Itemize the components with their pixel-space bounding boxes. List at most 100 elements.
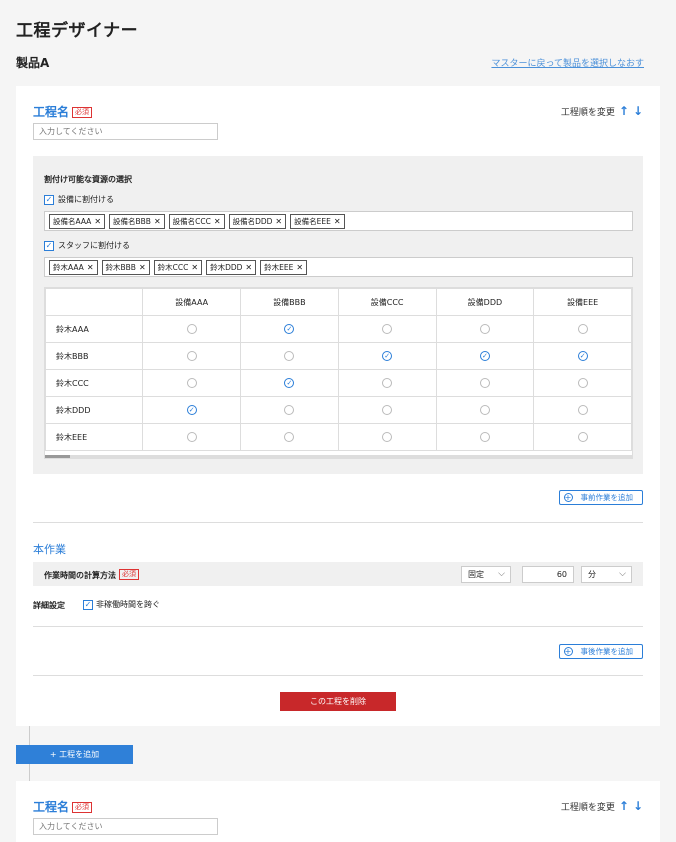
connector-line	[29, 764, 30, 781]
matrix-row-label: 鈴木CCC	[45, 369, 144, 397]
equipment-tag-field[interactable]: 設備名AAA ✕ 設備名BBB ✕ 設備名CCC ✕ 設備名DDD ✕ 設備名EEE ✕	[44, 211, 633, 231]
remove-tag-icon[interactable]: ✕	[191, 263, 198, 272]
horizontal-scrollbar[interactable]	[45, 455, 632, 458]
checkbox-checked-icon[interactable]: ✓	[83, 599, 93, 610]
product-title: 製品A	[16, 56, 50, 70]
radio-unchecked-icon[interactable]	[186, 351, 197, 361]
divider	[33, 675, 643, 676]
matrix-row: 鈴木EEE	[45, 423, 632, 451]
matrix-header-row: 設備AAA 設備BBB 設備CCC 設備DDD 設備EEE	[45, 288, 632, 316]
step-name-text: 工程名	[33, 800, 70, 814]
radio-checked-icon[interactable]: ✓	[577, 351, 588, 361]
radio-unchecked-icon[interactable]	[284, 405, 295, 415]
arrow-down-icon[interactable]: ↓	[633, 104, 643, 118]
checkbox-checked-icon[interactable]: ✓	[44, 194, 54, 205]
assignment-matrix: 設備AAA 設備BBB 設備CCC 設備DDD 設備EEE 鈴木AAA ✓ 鈴木BB…	[44, 287, 633, 459]
scrollbar-thumb[interactable]	[45, 455, 70, 458]
add-step-button[interactable]: + 工程を追加	[16, 745, 133, 764]
radio-unchecked-icon[interactable]	[186, 432, 197, 442]
tag-label: 鈴木DDD	[210, 262, 243, 272]
arrow-down-icon[interactable]: ↓	[633, 799, 643, 813]
remove-tag-icon[interactable]: ✕	[87, 263, 94, 272]
radio-unchecked-icon[interactable]	[479, 324, 490, 334]
radio-unchecked-icon[interactable]	[382, 378, 393, 388]
radio-unchecked-icon[interactable]	[186, 324, 197, 334]
matrix-row: 鈴木DDD ✓	[45, 396, 632, 424]
duration-input[interactable]: 60	[522, 566, 574, 583]
radio-unchecked-icon[interactable]	[382, 405, 393, 415]
radio-unchecked-icon[interactable]	[577, 432, 588, 442]
step-name-label: 工程名 必須	[33, 103, 93, 120]
remove-tag-icon[interactable]: ✕	[94, 217, 101, 226]
resource-selection-title: 割付け可能な資源の選択	[44, 175, 132, 184]
main-work-title: 本作業	[33, 543, 66, 556]
add-post-work-button[interactable]: + 事後作業を追加	[558, 644, 643, 659]
back-to-master-link[interactable]: マスターに戻って製品を選択しなおす	[491, 56, 644, 69]
delete-step-button[interactable]: この工程を削除	[280, 692, 396, 711]
radio-checked-icon[interactable]: ✓	[284, 378, 295, 388]
matrix-column-header: 設備EEE	[533, 288, 632, 316]
matrix-cell	[240, 423, 339, 451]
remove-tag-icon[interactable]: ✕	[139, 263, 146, 272]
matrix-cell	[533, 423, 632, 451]
staff-checkbox-row[interactable]: ✓ スタッフに割付ける	[44, 240, 130, 251]
calc-method-value: 固定	[468, 570, 484, 579]
remove-tag-icon[interactable]: ✕	[334, 217, 341, 226]
order-change: 工程順を変更 ↑ ↓	[561, 104, 643, 118]
matrix-cell	[142, 315, 242, 343]
remove-tag-icon[interactable]: ✕	[275, 217, 282, 226]
staff-tag-field[interactable]: 鈴木AAA ✕ 鈴木BBB ✕ 鈴木CCC ✕ 鈴木DDD ✕ 鈴木EEE ✕	[44, 257, 633, 277]
equipment-checkbox-row[interactable]: ✓ 設備に割付ける	[44, 194, 114, 205]
radio-checked-icon[interactable]: ✓	[382, 351, 393, 361]
calc-method-label: 作業時間の計算方法 必須	[44, 569, 139, 581]
step-name-input[interactable]	[33, 123, 218, 140]
step-card: 工程名必須 工程順を変更 ↑ ↓ 割付け可能な資源の選択 ✓ 設備に割付ける 設…	[16, 86, 660, 726]
matrix-cell: ✓	[533, 342, 632, 370]
staff-tag: 鈴木EEE ✕	[260, 259, 308, 275]
radio-unchecked-icon[interactable]	[284, 351, 295, 361]
radio-unchecked-icon[interactable]	[284, 432, 295, 442]
matrix-row: 鈴木CCC ✓	[45, 369, 632, 397]
remove-tag-icon[interactable]: ✕	[245, 263, 252, 272]
add-pre-work-button[interactable]: + 事前作業を追加	[558, 490, 643, 505]
matrix-cell	[337, 423, 437, 451]
radio-checked-icon[interactable]: ✓	[186, 405, 197, 415]
remove-tag-icon[interactable]: ✕	[296, 263, 303, 272]
radio-checked-icon[interactable]: ✓	[284, 324, 295, 334]
staff-tag: 鈴木CCC ✕	[153, 259, 203, 275]
unit-select[interactable]: 分 ⌵	[581, 566, 632, 583]
checkbox-checked-icon[interactable]: ✓	[44, 240, 54, 251]
radio-unchecked-icon[interactable]	[382, 432, 393, 442]
tag-label: 鈴木AAA	[53, 262, 84, 272]
matrix-cell	[240, 396, 339, 424]
radio-unchecked-icon[interactable]	[479, 405, 490, 415]
remove-tag-icon[interactable]: ✕	[154, 217, 161, 226]
divider	[33, 626, 643, 627]
remove-tag-icon[interactable]: ✕	[214, 217, 221, 226]
matrix-cell	[337, 315, 437, 343]
tag-label: 設備名CCC	[172, 216, 211, 226]
radio-checked-icon[interactable]: ✓	[479, 351, 490, 361]
equipment-tag: 設備名BBB ✕	[109, 213, 165, 229]
radio-unchecked-icon[interactable]	[577, 324, 588, 334]
step-name-input[interactable]	[33, 818, 218, 835]
calc-method-select[interactable]: 固定 ⌵	[461, 566, 511, 583]
tag-label: 鈴木EEE	[264, 262, 294, 272]
arrow-up-icon[interactable]: ↑	[619, 104, 629, 118]
assignment-table: 設備AAA 設備BBB 設備CCC 設備DDD 設備EEE 鈴木AAA ✓ 鈴木BB…	[45, 288, 632, 451]
radio-unchecked-icon[interactable]	[382, 324, 393, 334]
matrix-cell: ✓	[435, 342, 535, 370]
radio-unchecked-icon[interactable]	[577, 405, 588, 415]
radio-unchecked-icon[interactable]	[479, 378, 490, 388]
radio-unchecked-icon[interactable]	[479, 432, 490, 442]
arrow-up-icon[interactable]: ↑	[619, 799, 629, 813]
radio-unchecked-icon[interactable]	[577, 378, 588, 388]
staff-tag: 鈴木AAA ✕	[49, 259, 98, 275]
matrix-cell	[533, 369, 632, 397]
equipment-tag: 設備名AAA ✕	[49, 213, 106, 229]
resource-selection-panel: 割付け可能な資源の選択 ✓ 設備に割付ける 設備名AAA ✕ 設備名BBB ✕ 設備…	[33, 156, 643, 474]
detail-settings-label: 詳細設定	[33, 601, 65, 610]
matrix-cell	[435, 315, 535, 343]
cross-nonworking-checkbox-row[interactable]: ✓ 非稼働時間を跨ぐ	[83, 599, 160, 610]
radio-unchecked-icon[interactable]	[186, 378, 197, 388]
